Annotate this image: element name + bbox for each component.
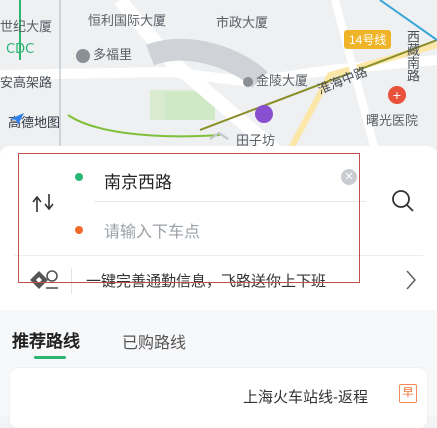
- map-view[interactable]: 世纪大厦 CDC 恒利国际大厦 市政大厦 多福里 金陵大厦 安高架路 淮海中路 …: [0, 0, 437, 150]
- tab-recommended-routes[interactable]: 推荐路线: [12, 327, 80, 352]
- tab-active-indicator: [34, 356, 66, 359]
- poi-label: 世纪大厦: [0, 20, 53, 35]
- map-brand-logo: 高德地图: [8, 112, 60, 131]
- tab-purchased-routes[interactable]: 已购路线: [122, 329, 186, 353]
- route-name: 上海火车站线-返程: [243, 389, 368, 406]
- hospital-icon: +: [388, 86, 406, 104]
- chevron-right-icon[interactable]: [403, 268, 419, 292]
- poi-label: CDC: [6, 42, 35, 57]
- route-time-badge: 早: [399, 384, 417, 403]
- sheet-handle-icon[interactable]: [208, 131, 230, 141]
- poi-label: 金陵大厦: [243, 70, 308, 89]
- road-label: 安高架路: [0, 76, 53, 91]
- poi-label: 多福里: [76, 44, 132, 63]
- metro-line-badge: 14号线: [344, 30, 392, 49]
- poi-label: 恒利国际大厦: [88, 14, 167, 29]
- road-label: 西藏南路: [404, 30, 419, 82]
- search-icon[interactable]: [390, 188, 416, 214]
- poi-label: 曙光医院: [366, 114, 419, 129]
- poi-icon: [243, 76, 253, 87]
- poi-icon: [76, 48, 90, 63]
- shopping-icon: [255, 105, 273, 123]
- navigation-arrow-icon: [10, 113, 24, 125]
- poi-label: 市政大厦: [216, 16, 269, 31]
- highlight-box: [18, 153, 360, 283]
